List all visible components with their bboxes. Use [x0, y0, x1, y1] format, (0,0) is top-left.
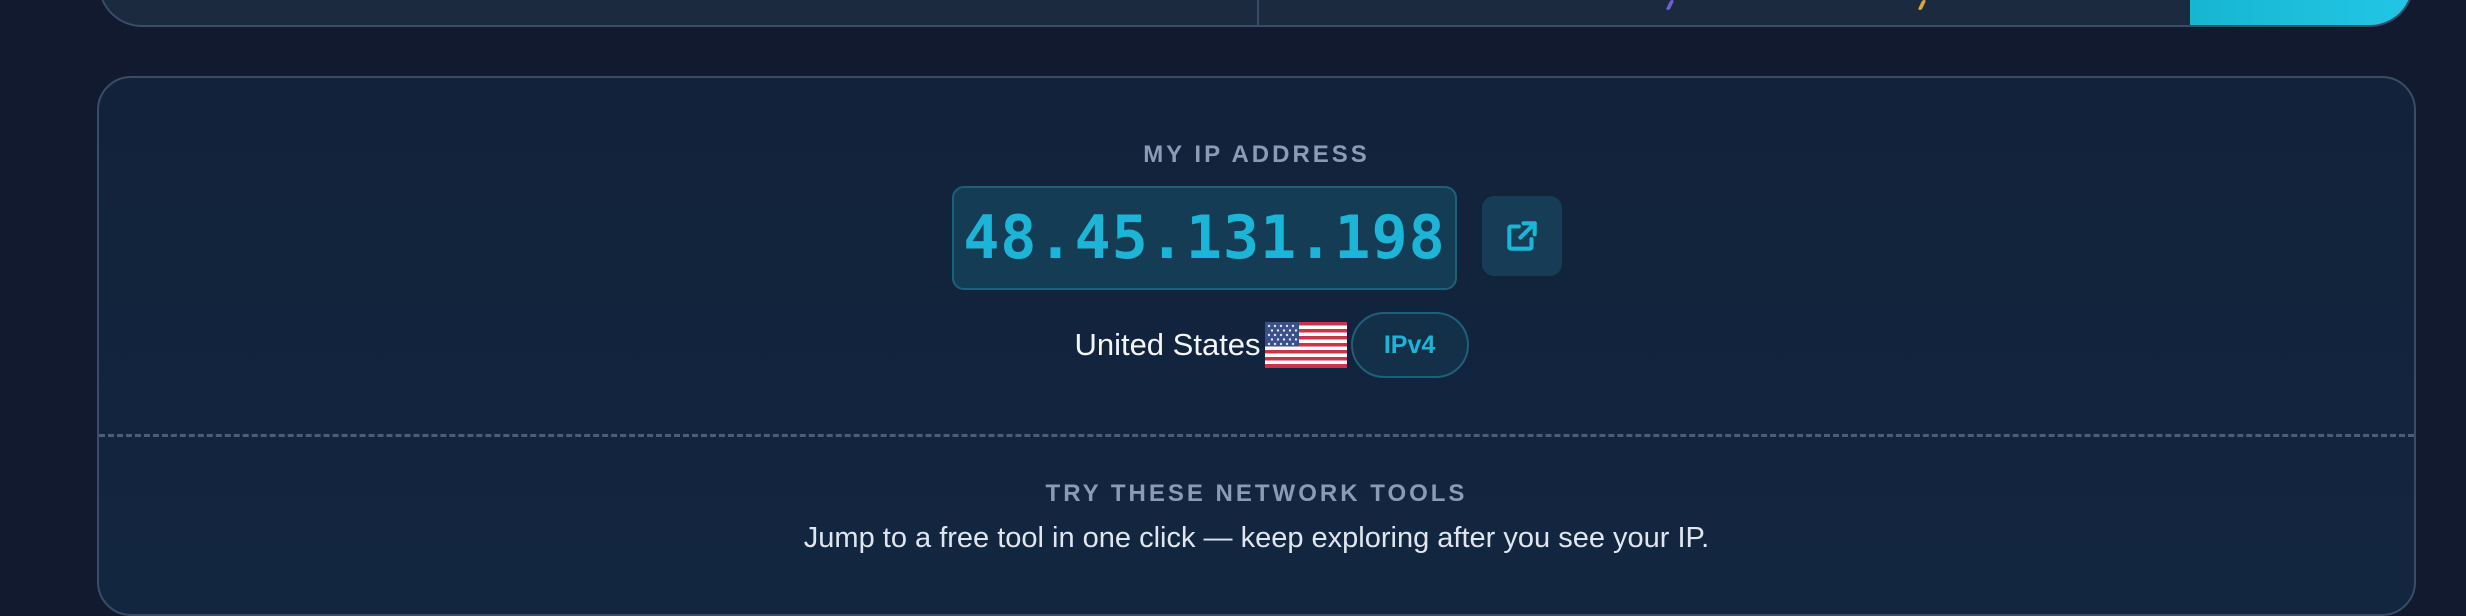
section-divider — [99, 434, 2414, 437]
ip-version-badge: IPv4 — [1350, 312, 1469, 378]
decorative-stroke — [1917, 0, 1927, 10]
network-tools-subtitle: Jump to a free tool in one click — keep … — [803, 522, 1710, 554]
ip-address-label: MY IP ADDRESS — [1143, 141, 1370, 168]
country-name: United States — [1074, 327, 1261, 362]
search-bar-divider — [1257, 0, 1259, 25]
ip-address-card: MY IP ADDRESS 48.45.131.198 United State… — [97, 76, 2416, 616]
open-ip-details-button[interactable] — [1482, 196, 1562, 276]
top-search-bar — [98, 0, 2414, 27]
us-flag-icon — [1264, 322, 1347, 368]
decorative-stroke — [1665, 0, 1675, 10]
network-tools-title: TRY THESE NETWORK TOOLS — [1045, 480, 1468, 507]
external-link-icon — [1507, 221, 1537, 251]
search-submit-button[interactable] — [2190, 0, 2412, 25]
ip-address-value[interactable]: 48.45.131.198 — [963, 203, 1446, 273]
ip-address-display[interactable]: 48.45.131.198 — [952, 186, 1457, 290]
country-row: United States IPv4 — [99, 312, 2414, 378]
